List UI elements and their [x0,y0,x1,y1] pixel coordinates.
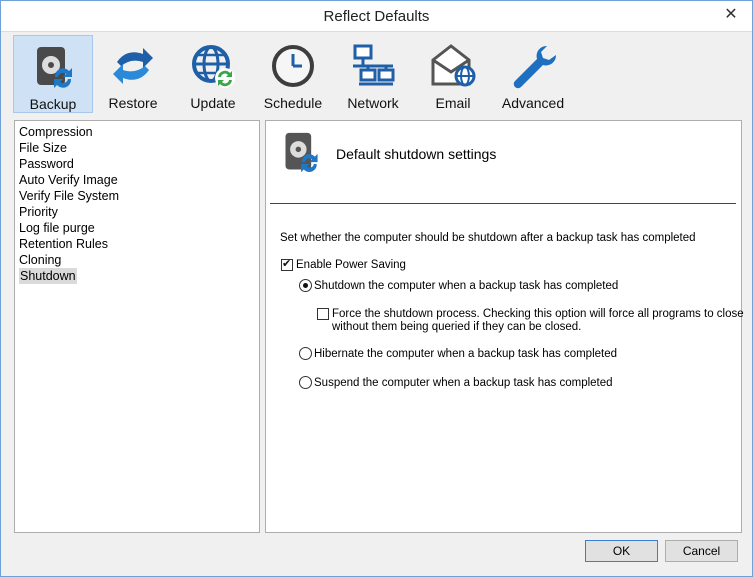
tab-label: Backup [29,96,77,112]
clock-icon [272,45,314,87]
force-shutdown-label-continued: without them being queried if they can b… [332,321,582,333]
hibernate-radio-label: Hibernate the computer when a backup tas… [314,348,618,360]
email-icon [431,44,476,87]
nav-item-password[interactable]: Password [19,156,74,172]
nav-item-log-file-purge[interactable]: Log file purge [19,220,95,236]
tab-backup[interactable]: Backup [13,35,93,113]
tab-email[interactable]: Email [413,35,493,113]
ok-button[interactable]: OK [585,540,658,562]
tab-label: Restore [108,95,158,111]
tab-restore[interactable]: Restore [93,35,173,113]
dialog-window: Reflect Defaults ✕ Backup Restore Update… [0,0,753,577]
restore-arrows-icon [113,48,153,84]
nav-item-compression[interactable]: Compression [19,124,93,140]
tab-label: Update [190,95,236,111]
nav-item-auto-verify-image[interactable]: Auto Verify Image [19,172,118,188]
title-bar: Reflect Defaults ✕ [1,1,752,32]
shutdown-radio[interactable] [299,279,312,292]
nav-item-priority[interactable]: Priority [19,204,58,220]
close-button[interactable]: ✕ [716,4,746,26]
backup-disk-icon [285,132,318,173]
nav-item-retention-rules[interactable]: Retention Rules [19,236,108,252]
settings-category-list: Compression File Size Password Auto Veri… [14,120,260,533]
tab-advanced[interactable]: Advanced [493,35,573,113]
update-globe-icon [192,45,235,88]
settings-content-panel: Default shutdown settings Set whether th… [265,120,744,533]
nav-item-shutdown[interactable]: Shutdown [19,268,77,284]
tab-label: Email [435,95,471,111]
section-title: Default shutdown settings [336,146,497,162]
toolbar: Backup Restore Update Schedule Network E… [1,33,752,115]
backup-disk-icon [37,47,72,88]
cancel-button[interactable]: Cancel [665,540,738,562]
divider [270,203,736,204]
tab-label: Schedule [263,95,323,111]
force-shutdown-checkbox[interactable] [317,308,329,320]
tab-network[interactable]: Network [333,35,413,113]
nav-item-file-size[interactable]: File Size [19,140,67,156]
force-shutdown-label: Force the shutdown process. Checking thi… [332,308,744,320]
tab-label: Advanced [501,95,565,111]
section-description: Set whether the computer should be shutd… [280,232,696,244]
suspend-radio-label: Suspend the computer when a backup task … [314,377,613,389]
tab-label: Network [347,95,399,111]
window-title: Reflect Defaults [323,8,430,25]
enable-power-saving-label: Enable Power Saving [296,259,406,271]
enable-power-saving-checkbox[interactable] [281,257,293,271]
suspend-radio[interactable] [299,376,312,389]
nav-item-verify-file-system[interactable]: Verify File System [19,188,119,204]
network-icon [353,44,395,86]
hibernate-radio[interactable] [299,347,312,360]
tab-update[interactable]: Update [173,35,253,113]
nav-item-cloning[interactable]: Cloning [19,252,61,268]
shutdown-radio-label: Shutdown the computer when a backup task… [314,280,619,292]
wrench-icon [513,45,557,89]
tab-schedule[interactable]: Schedule [253,35,333,113]
